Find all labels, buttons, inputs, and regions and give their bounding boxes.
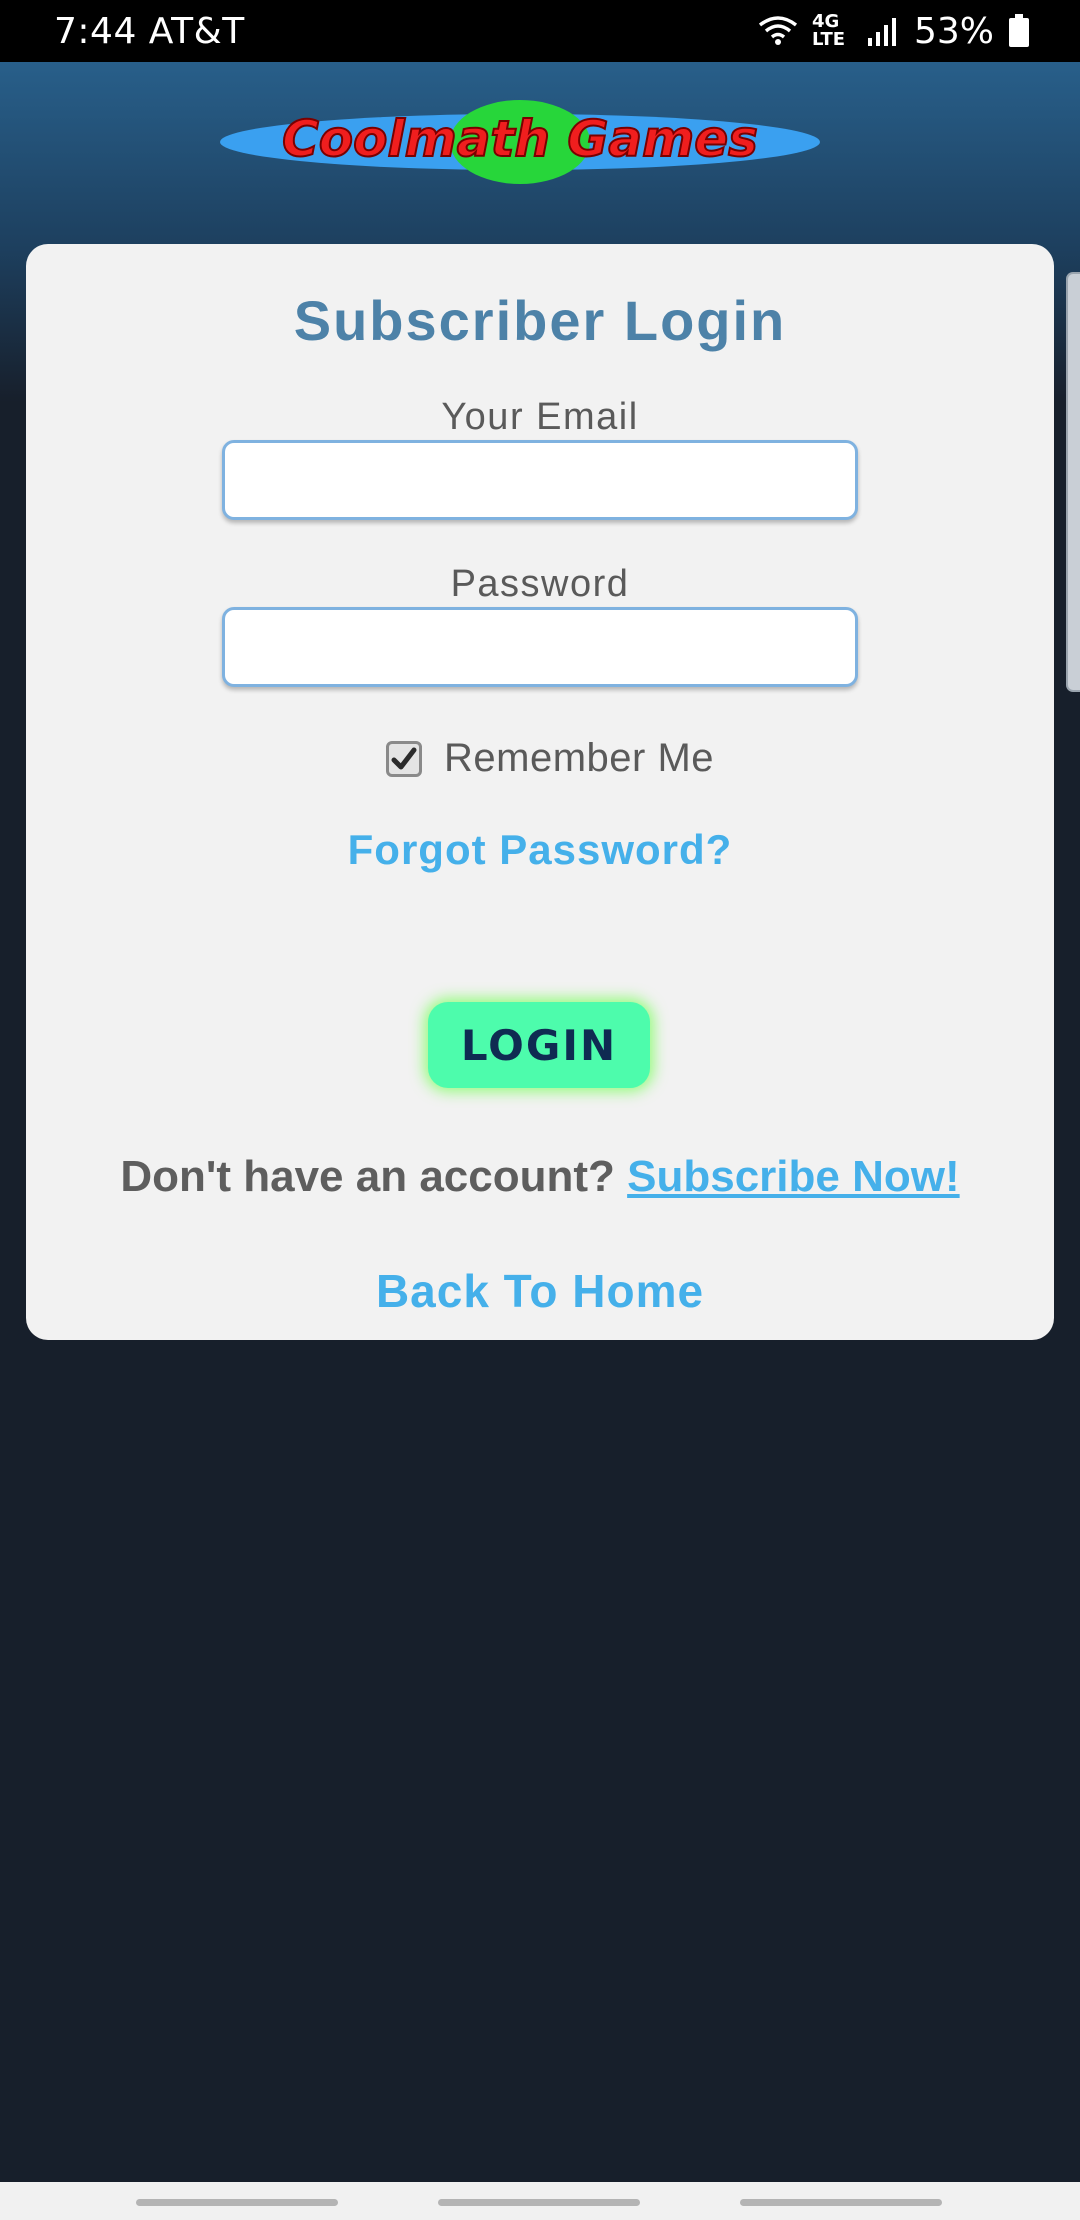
status-time: 7:44: [54, 10, 137, 52]
network-type: 4G LTE: [811, 11, 846, 50]
remember-me-checkbox[interactable]: [386, 740, 422, 777]
status-left: 7:44 AT&T: [54, 11, 245, 52]
password-field[interactable]: [222, 607, 858, 687]
nav-back-button[interactable]: [740, 2199, 942, 2206]
battery-icon: [1008, 14, 1030, 48]
remember-me-row[interactable]: Remember Me: [386, 736, 714, 781]
network-type-icon: 4G LTE: [812, 13, 852, 49]
signal-icon: [866, 16, 900, 46]
battery-percent: 53%: [913, 10, 994, 52]
logo-text: Coolmath Games: [282, 110, 758, 168]
email-field[interactable]: [222, 440, 858, 520]
nav-recent-button[interactable]: [136, 2199, 338, 2206]
back-to-home-link[interactable]: Back To Home: [0, 1264, 1080, 1318]
subscribe-prompt: Don't have an account? Subscribe Now!: [0, 1152, 1080, 1202]
subscribe-now-link[interactable]: Subscribe Now!: [627, 1152, 960, 1201]
status-carrier: AT&T: [148, 10, 245, 52]
email-label: Your Email: [441, 396, 639, 438]
forgot-password-link[interactable]: Forgot Password?: [0, 826, 1080, 874]
remember-me-label: Remember Me: [444, 736, 715, 780]
page-title: Subscriber Login: [293, 289, 787, 352]
nav-home-button[interactable]: [438, 2199, 640, 2206]
login-button[interactable]: LOGIN: [428, 1002, 650, 1088]
checkmark-icon: [391, 747, 417, 769]
password-label: Password: [450, 563, 630, 605]
status-right: 4G LTE 53%: [758, 11, 1030, 52]
no-account-text: Don't have an account?: [120, 1152, 615, 1201]
coolmath-games-logo[interactable]: Coolmath Games: [218, 96, 822, 188]
wifi-icon: [758, 15, 798, 47]
system-nav-bar: [0, 2182, 1080, 2220]
status-bar: 7:44 AT&T 4G LTE 53%: [0, 0, 1080, 62]
